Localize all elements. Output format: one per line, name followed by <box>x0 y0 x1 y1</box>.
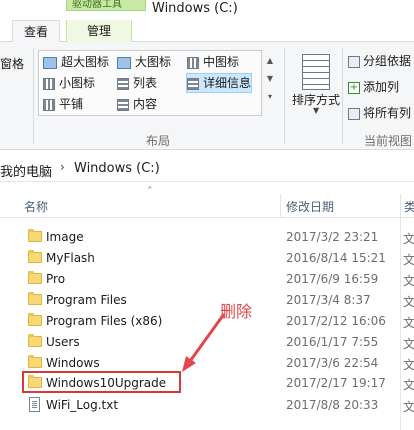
layout-details[interactable]: 详细信息 <box>185 73 253 93</box>
folder-icon <box>28 334 42 347</box>
list-item[interactable]: Image 2017/3/2 23:21 文 <box>20 227 414 248</box>
column-divider[interactable] <box>400 194 401 218</box>
column-headers: 名称 修改日期 类 <box>0 194 414 218</box>
extra-large-icons-icon <box>43 56 57 69</box>
gallery-scroll[interactable]: ▲ ▼ ▾ <box>264 52 276 114</box>
tiles-icon <box>43 98 55 111</box>
details-icon <box>187 77 199 90</box>
tab-manage[interactable]: 管理 <box>66 20 132 42</box>
window-title: Windows (C:) <box>152 1 238 16</box>
layout-medium-icons[interactable]: 中图标 <box>187 53 239 71</box>
medium-icons-icon <box>187 56 199 69</box>
layout-gallery: 超大图标 大图标 中图标 小图标 列表 详细信息 平铺 内容 <box>38 50 262 116</box>
large-icons-icon <box>117 56 131 69</box>
gallery-up-icon[interactable]: ▲ <box>264 52 276 70</box>
list-item[interactable]: Pro 2017/6/9 16:59 文 <box>20 269 414 290</box>
list-icon <box>117 77 129 90</box>
pane-label-fragment[interactable]: 窗格 <box>0 55 24 72</box>
folder-icon <box>28 313 42 326</box>
content-icon <box>117 98 129 111</box>
size-all-columns-button[interactable]: 将所有列 <box>348 104 411 122</box>
group-by-icon <box>348 55 360 68</box>
layout-list[interactable]: 列表 <box>117 74 157 92</box>
ribbon: 窗格 超大图标 大图标 中图标 小图标 列表 详细信息 平铺 内容 ▲ ▼ ▾ … <box>0 42 414 150</box>
arrow-icon <box>182 313 226 372</box>
column-header-type[interactable]: 类 <box>404 198 414 215</box>
text-file-icon <box>29 397 40 412</box>
layout-small-icons[interactable]: 小图标 <box>43 74 95 92</box>
layout-group-label: 布局 <box>146 134 171 148</box>
breadcrumb: 我的电脑 › Windows (C:) <box>0 156 414 182</box>
gallery-more-icon[interactable]: ▾ <box>264 88 276 106</box>
highlight-box <box>22 371 181 393</box>
tab-view[interactable]: 查看 <box>12 20 60 43</box>
folder-icon <box>28 250 42 263</box>
folder-icon <box>28 229 42 242</box>
size-columns-icon <box>348 107 360 120</box>
column-divider[interactable] <box>280 194 281 218</box>
context-tab-label: 驱动器工具 <box>72 0 122 10</box>
breadcrumb-my-computer[interactable]: 我的电脑 <box>0 161 52 180</box>
small-icons-icon <box>43 77 55 90</box>
sort-by-icon[interactable] <box>302 54 330 90</box>
add-column-icon: + <box>348 81 360 94</box>
ribbon-separator <box>342 48 343 144</box>
folder-icon <box>28 271 42 284</box>
ribbon-separator <box>33 48 34 144</box>
layout-extra-large-icons[interactable]: 超大图标 <box>43 53 109 71</box>
list-item[interactable]: MyFlash 2016/8/14 15:21 文 <box>20 248 414 269</box>
folder-icon <box>28 355 42 368</box>
add-column-button[interactable]: + 添加列 <box>348 78 399 96</box>
layout-tiles[interactable]: 平铺 <box>43 95 83 113</box>
chevron-down-icon[interactable]: ▼ <box>313 106 319 115</box>
layout-large-icons[interactable]: 大图标 <box>117 53 171 71</box>
list-item[interactable]: WiFi_Log.txt 2017/8/8 20:33 文 <box>20 395 414 416</box>
folder-icon <box>28 292 42 305</box>
group-by-button[interactable]: 分组依据 <box>348 52 411 70</box>
ribbon-tab-row: 查看 管理 <box>0 20 414 43</box>
column-header-date[interactable]: 修改日期 <box>286 198 334 215</box>
layout-content[interactable]: 内容 <box>117 95 157 113</box>
gallery-down-icon[interactable]: ▼ <box>264 70 276 88</box>
breadcrumb-drive-c[interactable]: Windows (C:) <box>74 161 160 176</box>
chevron-right-icon[interactable]: › <box>60 160 65 174</box>
title-bar: 驱动器工具 Windows (C:) <box>0 0 414 20</box>
current-view-group-label: 当前视图 <box>364 134 413 148</box>
ribbon-separator <box>284 48 285 144</box>
column-header-name[interactable]: 名称 <box>24 198 48 215</box>
list-item[interactable]: Program Files 2017/3/4 8:37 文 <box>20 290 414 311</box>
